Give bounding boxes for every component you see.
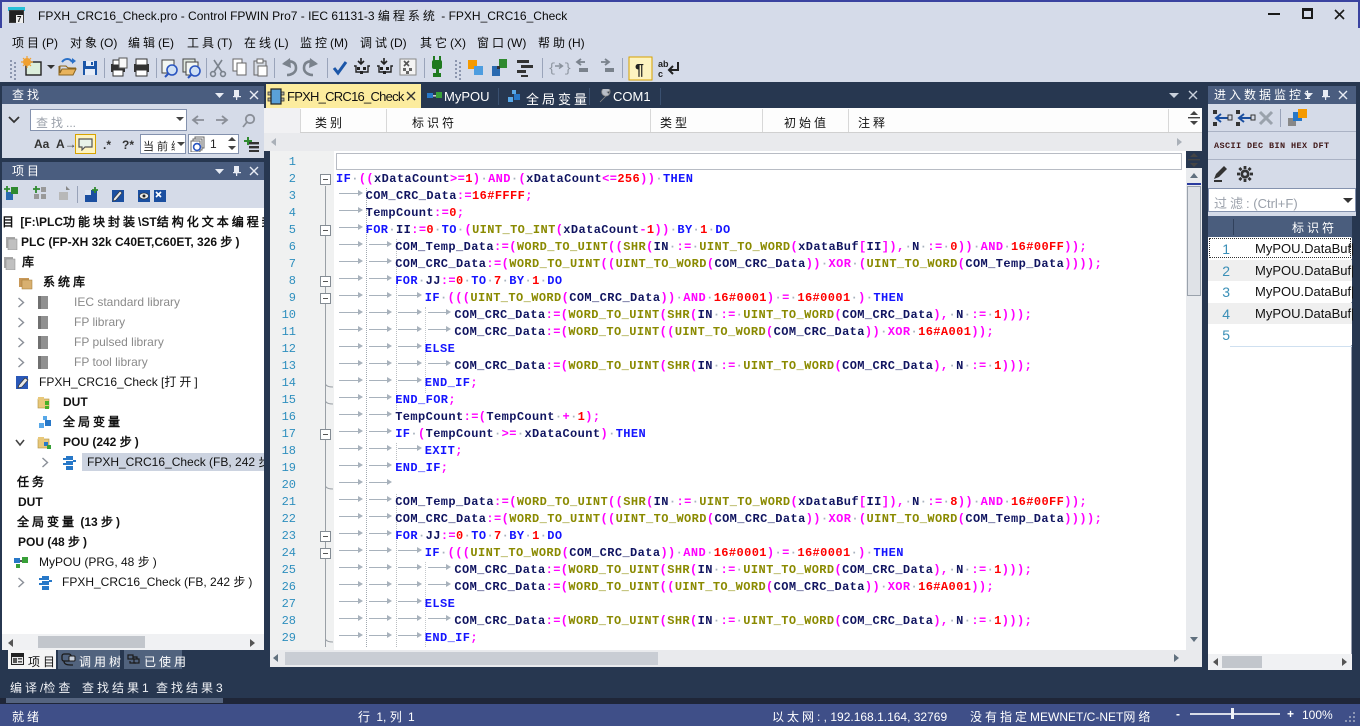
svg-text:¶: ¶: [635, 62, 644, 79]
svg-text:7: 7: [17, 15, 22, 24]
svg-text:ab: ab: [658, 59, 669, 69]
svg-text:{: {: [548, 61, 556, 76]
svg-text:}: }: [564, 61, 572, 76]
svg-text:c: c: [658, 69, 663, 79]
